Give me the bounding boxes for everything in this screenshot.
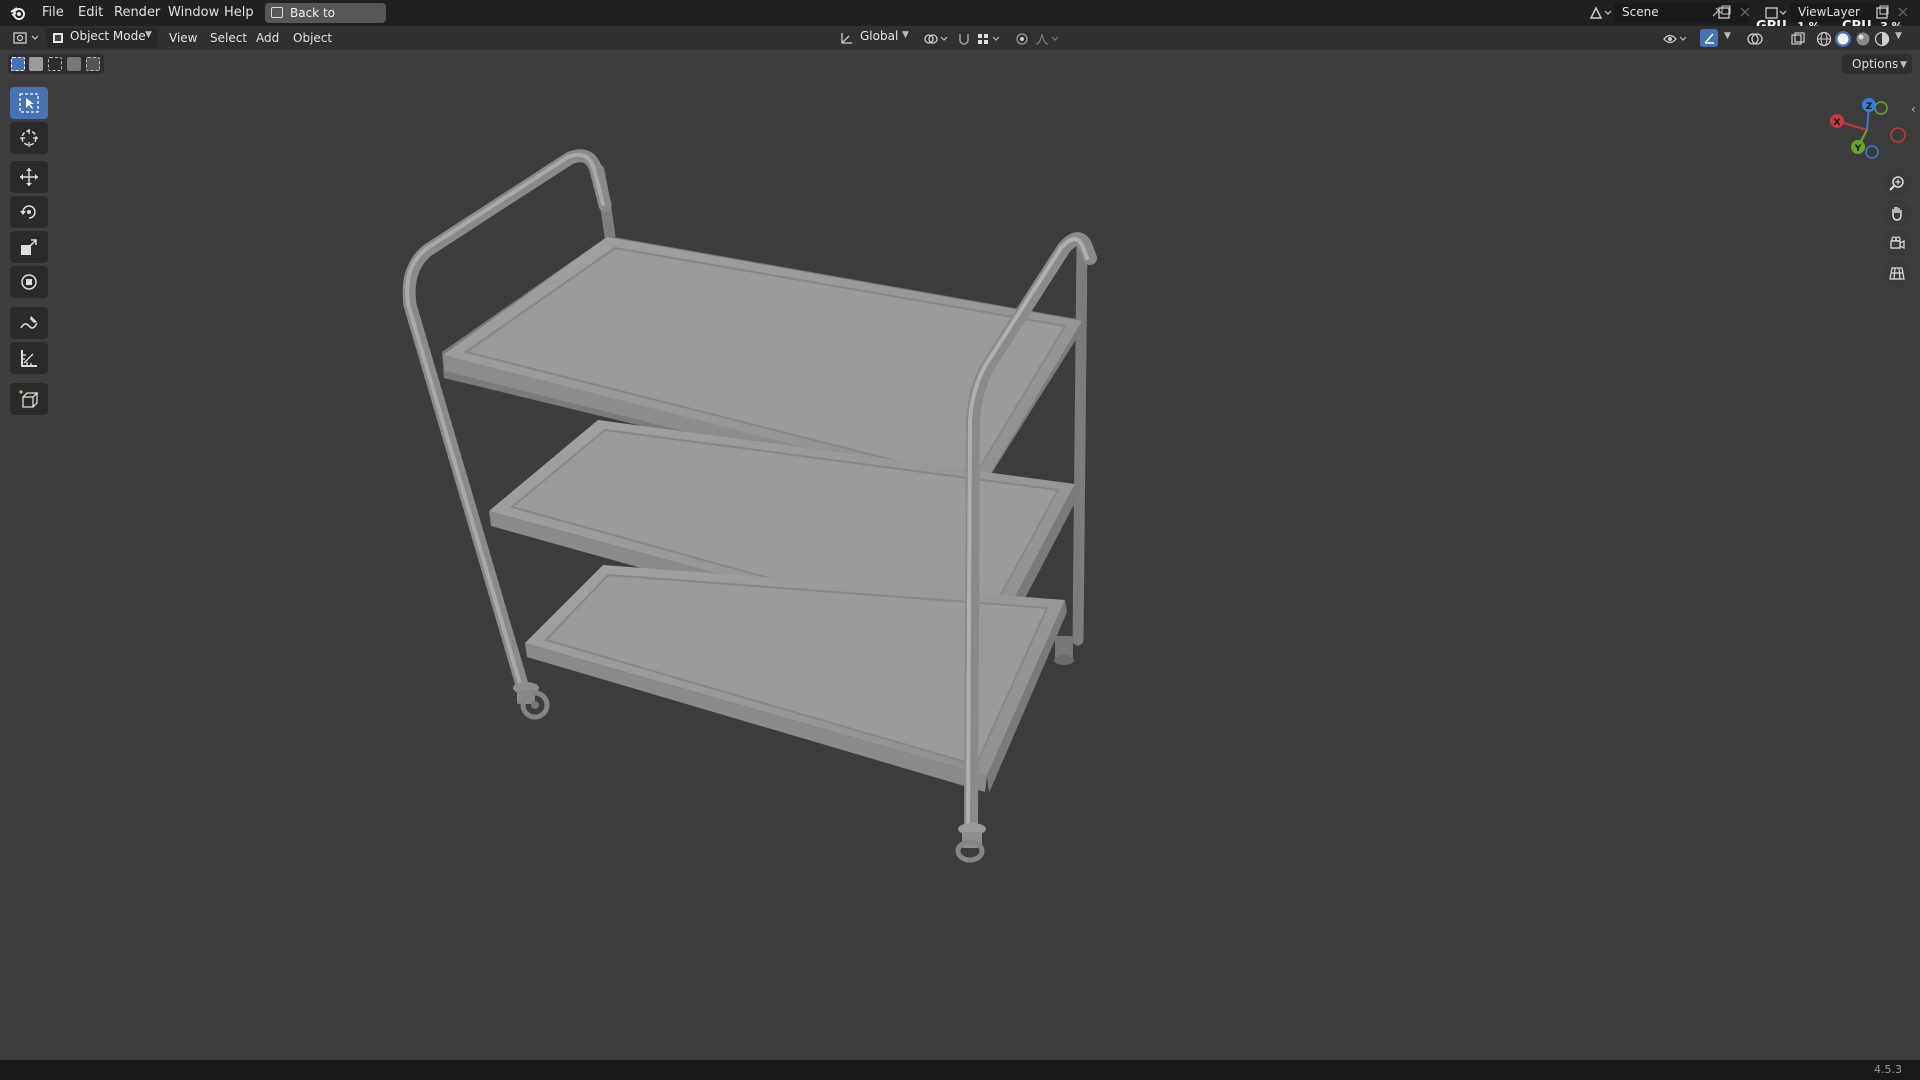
header-menu-view[interactable]: View: [169, 28, 197, 48]
scene-selector-icon[interactable]: [1588, 5, 1612, 21]
scene-name: Scene: [1622, 5, 1659, 19]
transform-orientation-dropdown[interactable]: Global ▼: [836, 28, 914, 48]
menu-help[interactable]: Help: [218, 0, 260, 26]
snap-target-icon[interactable]: [976, 31, 1004, 47]
new-scene-icon[interactable]: [1716, 5, 1732, 21]
proportional-editing-icon[interactable]: [1014, 31, 1030, 47]
tray-bottom: [525, 565, 1067, 793]
menu-render[interactable]: Render: [108, 0, 166, 26]
header-menu-add[interactable]: Add: [256, 28, 279, 48]
caster-front-right: [955, 823, 986, 863]
gizmo-toggle-button[interactable]: [1700, 29, 1718, 47]
gizmo-icon: [1704, 33, 1714, 44]
header-menu-select[interactable]: Select: [210, 28, 247, 48]
chevron-down-icon: ▼: [902, 30, 909, 40]
rendered-shading-icon[interactable]: [1873, 30, 1891, 48]
header-menu-object[interactable]: Object: [293, 28, 332, 48]
orientation-label: Global: [860, 29, 899, 43]
pivot-point-icon[interactable]: [922, 31, 950, 47]
status-bar: [0, 1060, 1920, 1080]
back-screen-icon: [271, 7, 283, 18]
close-scene-icon[interactable]: [1738, 5, 1752, 19]
menu-file[interactable]: File: [36, 0, 70, 26]
chevron-down-icon[interactable]: ▼: [1724, 31, 1731, 41]
xray-icon[interactable]: [1790, 31, 1806, 47]
object-mode-label: Object Mode: [70, 29, 146, 43]
version-label: 4.5.3: [1874, 1063, 1902, 1076]
chevron-down-icon: ▼: [145, 30, 152, 40]
trolley-model[interactable]: [0, 50, 1920, 1060]
editor-type-icon[interactable]: [12, 30, 42, 46]
wireframe-shading-icon[interactable]: [1815, 30, 1833, 48]
menu-edit[interactable]: Edit: [72, 0, 109, 26]
object-mode-dropdown[interactable]: Object Mode ▼: [46, 28, 158, 48]
solid-shading-icon[interactable]: [1834, 30, 1852, 48]
snap-toggle-icon[interactable]: [956, 31, 972, 47]
visibility-eye-icon[interactable]: [1662, 31, 1690, 47]
falloff-icon[interactable]: [1034, 31, 1062, 47]
caster-front-left: [513, 682, 550, 720]
overlays-icon[interactable]: [1746, 30, 1764, 48]
view-layer-name: ViewLayer: [1798, 5, 1860, 19]
top-menu-bar: File Edit Render Window Help Back to Pre…: [0, 0, 1920, 40]
object-mode-icon: [53, 33, 63, 43]
close-view-layer-icon[interactable]: [1896, 5, 1910, 19]
orientation-axes-icon: [841, 33, 852, 44]
material-shading-icon[interactable]: [1854, 30, 1872, 48]
chevron-down-icon[interactable]: ▼: [1895, 31, 1902, 41]
back-to-previous-button[interactable]: Back to Previous: [265, 3, 386, 40]
menu-window[interactable]: Window: [162, 0, 225, 26]
blender-logo-icon[interactable]: [9, 4, 27, 22]
